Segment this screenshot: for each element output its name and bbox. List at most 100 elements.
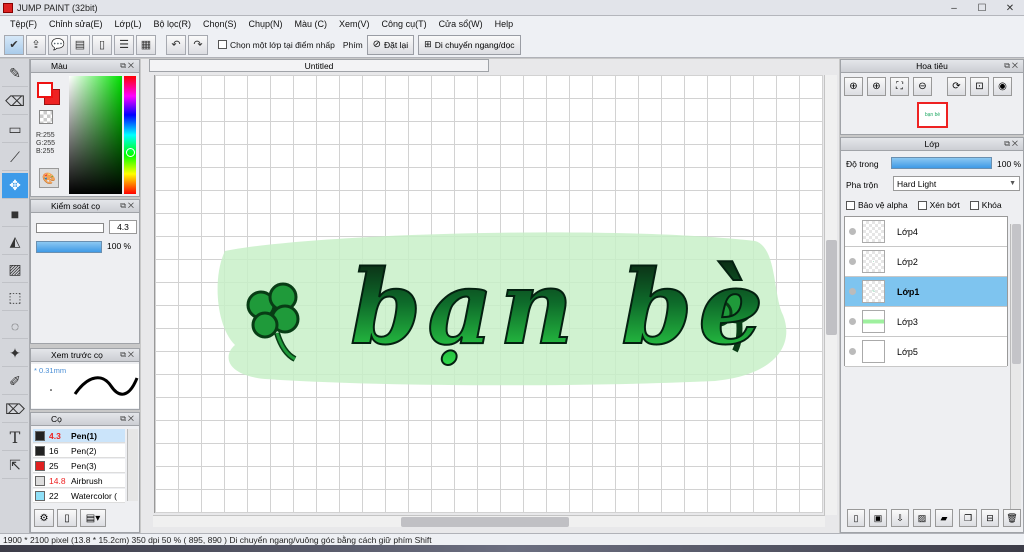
new-layer-copy-icon[interactable]: ▣ xyxy=(869,509,887,527)
folder-icon[interactable]: ▰ xyxy=(935,509,953,527)
zoom-in-icon[interactable]: ⊕ xyxy=(867,77,886,96)
horizontal-scroll-thumb[interactable] xyxy=(401,517,569,527)
operation-tool-icon[interactable]: ⇱ xyxy=(2,453,28,479)
brush-opacity-slider[interactable] xyxy=(36,241,102,253)
select-pen-tool-icon[interactable]: ✐ xyxy=(2,369,28,395)
canvas-vertical-scrollbar[interactable] xyxy=(824,75,837,515)
visibility-icon[interactable] xyxy=(849,228,856,235)
menu-edit[interactable]: Chỉnh sửa(E) xyxy=(43,19,109,29)
check-icon[interactable]: ✔ xyxy=(4,34,24,55)
gradient-tool-icon[interactable]: ▨ xyxy=(2,257,28,283)
navigator-thumbnail[interactable]: bạn bè xyxy=(917,102,948,128)
eraser-tool-icon[interactable]: ⌫ xyxy=(2,89,28,115)
panel-controls-icon[interactable]: ⧉✕ xyxy=(120,61,136,71)
merge-layer-icon[interactable]: ⊟ xyxy=(981,509,999,527)
brush-item-pen2[interactable]: 16 Pen(2) xyxy=(33,444,125,458)
new-layer-icon[interactable]: ▯ xyxy=(847,509,865,527)
list-icon[interactable]: ☰ xyxy=(114,34,134,55)
new-layer-down-icon[interactable]: ⇩ xyxy=(891,509,909,527)
panel-controls-icon[interactable]: ⧉✕ xyxy=(120,414,136,424)
share-icon[interactable]: ⇪ xyxy=(26,34,46,55)
rect-select-tool-icon[interactable]: ⬚ xyxy=(2,285,28,311)
redo-icon[interactable]: ↷ xyxy=(188,34,208,55)
panel-controls-icon[interactable]: ⧉✕ xyxy=(1004,61,1020,71)
brush-item-airbrush[interactable]: 14.8 Airbrush xyxy=(33,474,125,488)
close-button[interactable]: ✕ xyxy=(996,0,1024,16)
brush-list-scrollbar[interactable] xyxy=(127,429,138,501)
fit-window-icon[interactable]: ⛶ xyxy=(890,77,909,96)
panel-controls-icon[interactable]: ⧉✕ xyxy=(120,350,136,360)
layer-row-lop4[interactable]: Lớp4 xyxy=(845,217,1007,247)
text-tool-icon[interactable]: T xyxy=(2,425,28,451)
protect-alpha-checkbox[interactable]: Bảo vệ alpha xyxy=(846,200,908,210)
select-eraser-tool-icon[interactable]: ⌦ xyxy=(2,397,28,423)
select-layer-checkbox[interactable]: Chọn một lớp tại điểm nhấp xyxy=(218,40,335,50)
zoom-out-icon[interactable]: ⊖ xyxy=(913,77,932,96)
brush-settings-icon[interactable]: ⚙ xyxy=(34,509,54,527)
brush-tool-icon[interactable]: ✎ xyxy=(2,61,28,87)
hue-slider[interactable] xyxy=(124,76,136,194)
brush-menu-icon[interactable]: ▤▾ xyxy=(80,509,106,527)
document-tab[interactable]: Untitled xyxy=(149,59,489,72)
minimize-button[interactable]: – xyxy=(940,0,968,16)
menu-window[interactable]: Cửa sổ(W) xyxy=(433,19,489,29)
palette-icon[interactable]: 🎨 xyxy=(39,168,59,188)
layer-row-lop1[interactable]: ~ Lớp1 xyxy=(845,277,1007,307)
clip-checkbox[interactable]: Xén bớt xyxy=(917,200,960,210)
maximize-button[interactable]: ☐ xyxy=(968,0,996,16)
rotate-icon[interactable]: ⟳ xyxy=(947,77,966,96)
line-tool-icon[interactable]: ⟋ xyxy=(2,145,28,171)
brush-size-slider[interactable] xyxy=(36,223,104,233)
menu-help[interactable]: Help xyxy=(489,19,520,29)
grid-icon[interactable]: ▦ xyxy=(136,34,156,55)
panel-controls-icon[interactable]: ⧉✕ xyxy=(1004,139,1020,149)
blend-mode-select[interactable]: Hard Light ▼ xyxy=(893,176,1020,191)
brush-size-value[interactable]: 4.3 xyxy=(109,220,137,234)
message-icon[interactable]: ▤ xyxy=(70,34,90,55)
panel-controls-icon[interactable]: ⧉✕ xyxy=(120,201,136,211)
layer-scroll-thumb[interactable] xyxy=(1012,224,1021,364)
delete-layer-icon[interactable]: 🗑 xyxy=(1003,509,1021,527)
layer-row-lop2[interactable]: · Lớp2 xyxy=(845,247,1007,277)
move-tool-icon[interactable]: ✥ xyxy=(2,173,28,199)
layer-list-scrollbar[interactable] xyxy=(1010,224,1021,511)
drawing-canvas[interactable]: bạn bè xyxy=(154,75,823,513)
flip-icon[interactable]: ⊡ xyxy=(970,77,989,96)
menu-filter[interactable]: Bộ lọc(R) xyxy=(147,19,197,29)
zoom-fit-icon[interactable]: ⊕ xyxy=(844,77,863,96)
visibility-icon[interactable] xyxy=(849,348,856,355)
rect-tool-icon[interactable]: ▭ xyxy=(2,117,28,143)
menu-select[interactable]: Chọn(S) xyxy=(197,19,243,29)
fill-rect-tool-icon[interactable]: ■ xyxy=(2,201,28,227)
menu-capture[interactable]: Chụp(N) xyxy=(243,19,289,29)
magic-wand-tool-icon[interactable]: ✦ xyxy=(2,341,28,367)
lasso-tool-icon[interactable]: ◌ xyxy=(2,313,28,339)
brush-item-watercolor[interactable]: 22 Watercolor ( xyxy=(33,489,125,503)
menu-layer[interactable]: Lớp(L) xyxy=(109,19,148,29)
visibility-icon[interactable] xyxy=(849,318,856,325)
layer-row-lop3[interactable]: Lớp3 xyxy=(845,307,1007,337)
menu-tools[interactable]: Công cụ(T) xyxy=(376,19,433,29)
layer-opacity-slider[interactable] xyxy=(891,157,992,169)
halftone-layer-icon[interactable]: ▨ xyxy=(913,509,931,527)
reset-view-icon[interactable]: ◉ xyxy=(993,77,1012,96)
move-mode-button[interactable]: ⊞ Di chuyển ngang/dọc xyxy=(418,34,521,55)
document-icon[interactable]: ▯ xyxy=(92,34,112,55)
menu-view[interactable]: Xem(V) xyxy=(333,19,376,29)
reset-button[interactable]: ⊘ Đặt lại xyxy=(366,34,415,55)
vertical-scroll-thumb[interactable] xyxy=(826,240,837,335)
foreground-color-swatch[interactable] xyxy=(37,82,53,98)
visibility-icon[interactable] xyxy=(849,288,856,295)
new-brush-icon[interactable]: ▯ xyxy=(57,509,77,527)
brush-item-pen3[interactable]: 25 Pen(3) xyxy=(33,459,125,473)
undo-icon[interactable]: ↶ xyxy=(166,34,186,55)
canvas-horizontal-scrollbar[interactable] xyxy=(153,515,825,527)
brush-item-pen1[interactable]: 4.3 Pen(1) xyxy=(33,429,125,443)
copy-layer-icon[interactable]: ❐ xyxy=(959,509,977,527)
hue-handle[interactable] xyxy=(126,148,135,157)
lock-checkbox[interactable]: Khóa xyxy=(969,200,1002,210)
menu-color[interactable]: Màu (C) xyxy=(289,19,334,29)
visibility-icon[interactable] xyxy=(849,258,856,265)
layer-row-lop5[interactable]: Lớp5 xyxy=(845,337,1007,367)
saturation-value-picker[interactable] xyxy=(69,76,122,194)
